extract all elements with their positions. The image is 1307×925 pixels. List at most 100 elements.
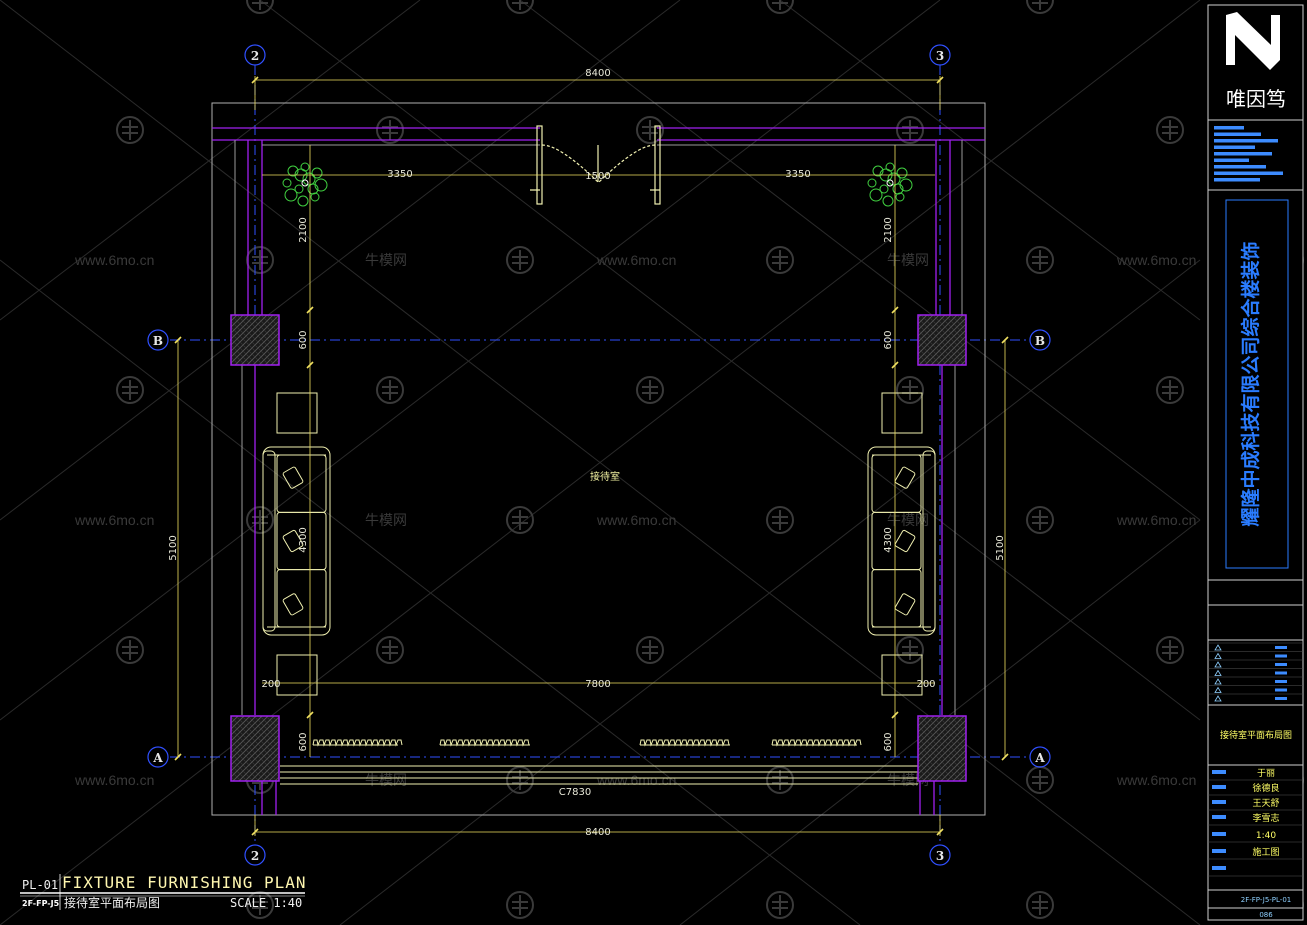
room-label: 接待室 xyxy=(590,470,620,483)
watermark-logo-icon xyxy=(636,636,664,664)
sofa-pillow xyxy=(282,466,304,489)
name-designer: 于丽 xyxy=(1257,768,1275,779)
watermark-logo-icon xyxy=(766,246,794,274)
column-top-right xyxy=(917,314,967,366)
watermark-logo-icon xyxy=(1026,0,1054,14)
watermark-logo-icon xyxy=(766,766,794,794)
logo-text: 唯因笃 xyxy=(1226,87,1286,111)
svg-text:2: 2 xyxy=(251,49,259,63)
info-line xyxy=(1214,165,1266,169)
dim-lower-left: 600 xyxy=(298,732,309,751)
name-drafter: 徐德良 xyxy=(1252,782,1279,794)
watermark-site-text: www.6mo.cn xyxy=(74,772,154,788)
signature-label xyxy=(1212,770,1226,774)
svg-text:3: 3 xyxy=(936,849,944,863)
sofa-frame xyxy=(867,446,936,636)
dim-top-total: 8400 xyxy=(585,68,610,79)
sofa-pillow xyxy=(894,466,916,489)
watermark-logo-icon xyxy=(766,891,794,919)
plant-leaf xyxy=(885,162,895,172)
watermark-site-text: www.6mo.cn xyxy=(74,252,154,268)
axis-bubble-bottom-right: 3 xyxy=(929,844,951,866)
watermark-logo-icon xyxy=(1156,376,1184,404)
floor-plan-svg: www.6mo.cn www.6mo.cn www.6mo.cn www.6mo… xyxy=(0,0,1304,925)
info-line xyxy=(1214,139,1278,143)
revision-mark xyxy=(1275,697,1287,700)
revision-mark xyxy=(1275,688,1287,692)
plant-leaf xyxy=(300,162,310,172)
svg-text:A: A xyxy=(152,751,163,765)
plant-leaf xyxy=(294,184,304,194)
dim-upper-left: 2100 xyxy=(298,217,309,242)
watermark-site-text: www.6mo.cn xyxy=(74,512,154,528)
sofa-right xyxy=(867,446,936,636)
signature-label xyxy=(1212,832,1226,836)
watermark-brand-text: 牛模网 xyxy=(365,252,407,268)
watermark-site-text: www.6mo.cn xyxy=(1116,512,1196,528)
watermark-logo-icon xyxy=(896,116,924,144)
potted-plant-left xyxy=(282,162,328,207)
sheet-number: 2F-FP-J5-PL-01 xyxy=(1241,896,1292,904)
revision-mark xyxy=(1275,663,1287,666)
sofa-back xyxy=(262,450,276,632)
info-line xyxy=(1214,171,1283,175)
sofa-cushion xyxy=(871,569,922,628)
watermark-logo-icon xyxy=(1026,246,1054,274)
sofa-back xyxy=(922,450,936,632)
axis-bubble-top-right: 3 xyxy=(929,44,951,66)
watermark-logo-icon xyxy=(376,376,404,404)
watermark-logo-icon xyxy=(506,891,534,919)
signature-label xyxy=(1212,866,1226,870)
sheet-name: 接待室平面布局图 xyxy=(1220,729,1292,741)
watermark-site-text: www.6mo.cn xyxy=(596,252,676,268)
watermark-logo-icon xyxy=(116,376,144,404)
watermark-logo-icon xyxy=(116,636,144,664)
plant-leaf xyxy=(311,167,323,179)
svg-text:B: B xyxy=(1035,334,1045,348)
axis-bubble-bottom-left: 2 xyxy=(244,844,266,866)
watermark-logo-icon xyxy=(1156,636,1184,664)
signature-label xyxy=(1212,815,1226,819)
plant-leaf xyxy=(896,167,908,179)
axis-bubble-mid-right: B xyxy=(1029,329,1051,351)
dim-gap-left: 200 xyxy=(261,679,280,690)
svg-text:www.6mo.cn: www.6mo.cn xyxy=(74,252,154,268)
plant-leaf xyxy=(314,178,328,192)
dim-column-right: 600 xyxy=(883,330,894,349)
column-top-left xyxy=(230,314,280,366)
dim-gap-right: 200 xyxy=(916,679,935,690)
axis-bubble-low-right: A xyxy=(1029,746,1051,768)
column-bottom-left xyxy=(230,715,280,782)
watermark-logo-icon xyxy=(636,116,664,144)
page-number: 086 xyxy=(1259,911,1273,919)
structural-columns xyxy=(230,314,967,782)
watermark-site-text: www.6mo.cn xyxy=(1116,772,1196,788)
watermark-logo-icon xyxy=(1026,891,1054,919)
dim-left-seg: 3350 xyxy=(387,169,412,180)
plan-code: PL-01 xyxy=(22,878,58,892)
watermark-logo-icon xyxy=(1026,766,1054,794)
watermark-site-text: www.6mo.cn xyxy=(1116,252,1196,268)
plant-leaf xyxy=(282,178,292,188)
plan-scale: SCALE 1:40 xyxy=(230,896,302,910)
plant-leaf xyxy=(867,178,877,188)
revision-mark xyxy=(1275,680,1287,683)
sofa-pillow xyxy=(894,593,916,616)
svg-text:A: A xyxy=(1034,751,1045,765)
signature-label xyxy=(1212,800,1226,804)
info-line xyxy=(1214,126,1244,130)
revision-mark xyxy=(1275,671,1287,675)
outer-wall-outline xyxy=(211,102,986,816)
watermark-logo-icon xyxy=(766,506,794,534)
column-bottom-right xyxy=(917,715,967,782)
dim-left-height: 5100 xyxy=(168,535,179,560)
info-line xyxy=(1214,145,1255,149)
plant-leaf xyxy=(899,178,913,192)
radiators xyxy=(312,739,862,747)
watermark-logo-icon xyxy=(1156,116,1184,144)
info-line xyxy=(1214,132,1261,136)
radiator-unit xyxy=(639,739,730,747)
revision-mark xyxy=(1275,654,1287,658)
potted-plant-right xyxy=(867,162,913,207)
watermark-logo-icon xyxy=(506,246,534,274)
